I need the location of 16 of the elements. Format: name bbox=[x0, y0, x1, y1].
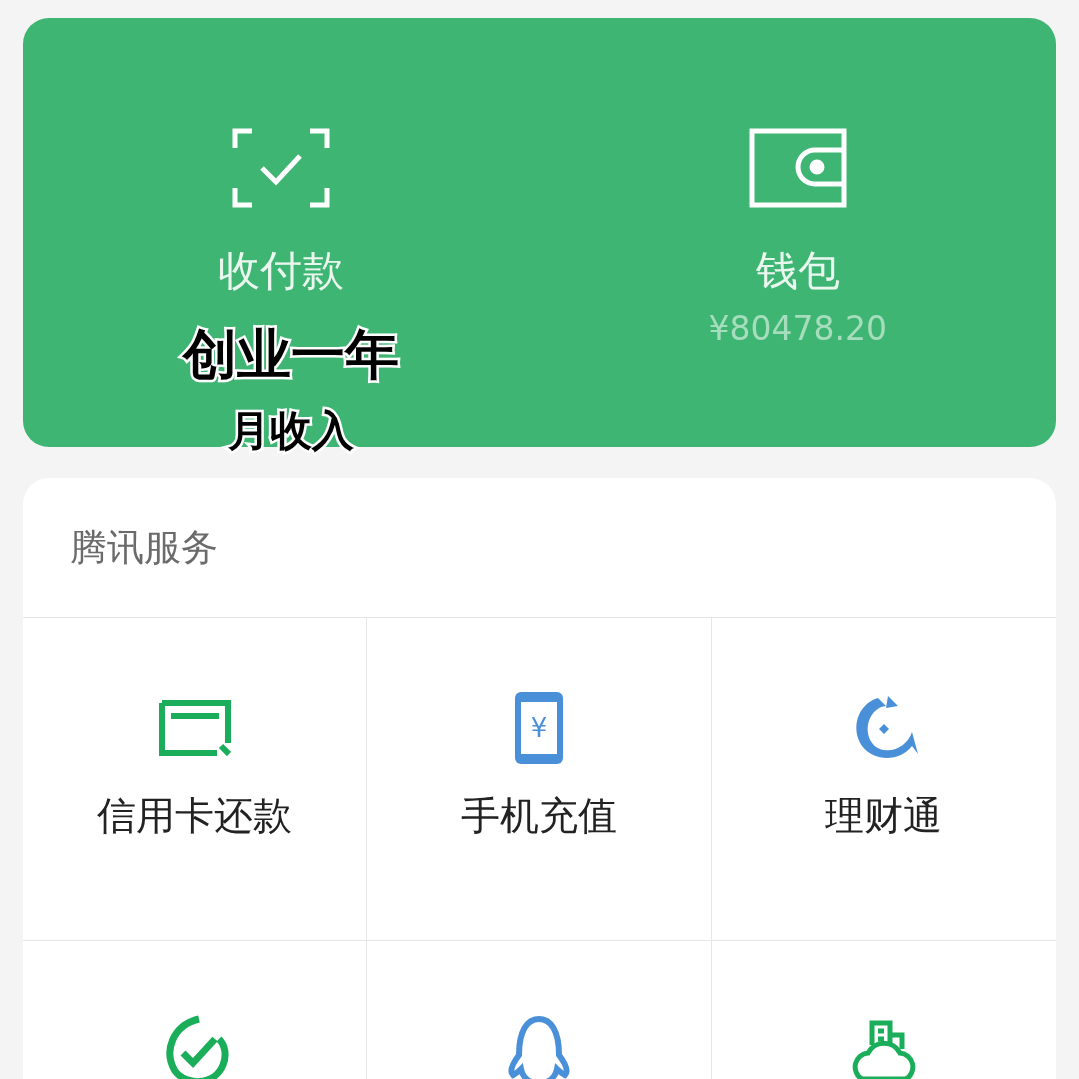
service-label: 理财通 bbox=[825, 796, 943, 835]
service-label: 信用卡还款 bbox=[97, 796, 293, 835]
wallet-icon bbox=[748, 128, 847, 208]
phone-icon: ¥ bbox=[515, 692, 563, 764]
service-label: 手机充值 bbox=[461, 796, 617, 835]
section-title: 腾讯服务 bbox=[70, 524, 218, 571]
scan-check-icon bbox=[232, 128, 331, 208]
balance-amount: ¥80478.20 bbox=[708, 312, 887, 345]
action-label: 钱包 bbox=[755, 250, 840, 292]
service-tile[interactable]: ¥ 手机充值 bbox=[367, 618, 712, 941]
action-label: 收付款 bbox=[218, 250, 345, 292]
service-tile[interactable]: 信用卡还款 bbox=[23, 618, 368, 941]
card-icon bbox=[158, 700, 231, 756]
caption-text: 创业一年 bbox=[183, 328, 399, 382]
service-tile[interactable]: 理财通 bbox=[711, 618, 1056, 941]
caption-text: 月收入 bbox=[228, 410, 354, 452]
